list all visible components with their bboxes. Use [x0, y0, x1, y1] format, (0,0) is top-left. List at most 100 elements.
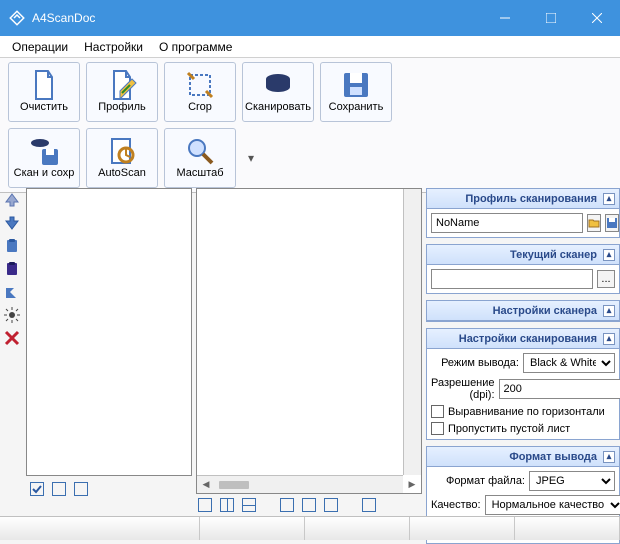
scan-and-save-button[interactable]: Скан и сохр: [8, 128, 80, 188]
status-cell-1: [0, 517, 200, 540]
panel-output-format-title: Формат вывода: [509, 451, 597, 463]
view-two-v[interactable]: [242, 498, 256, 512]
scrollbar-horizontal[interactable]: ◀: [197, 475, 403, 493]
maximize-icon: [546, 13, 556, 23]
crop-icon: [184, 71, 216, 99]
status-cell-2: [200, 517, 305, 540]
clear-label: Очистить: [20, 101, 68, 113]
resolution-input[interactable]: [499, 379, 620, 399]
fit-width[interactable]: [280, 498, 294, 512]
output-mode-select[interactable]: Black & White: [523, 353, 615, 373]
magnifier-icon: [184, 137, 216, 165]
app-title: A4ScanDoc: [32, 11, 95, 25]
fit-page[interactable]: [324, 498, 338, 512]
minimize-icon: [500, 13, 510, 23]
zoom-label: Масштаб: [176, 167, 223, 179]
delete-icon[interactable]: [4, 330, 20, 346]
scroll-left-icon[interactable]: ◀: [197, 476, 215, 494]
scan-save-label: Скан и сохр: [14, 167, 75, 179]
status-cell-5: [515, 517, 620, 540]
zoom-button[interactable]: Масштаб: [164, 128, 236, 188]
scroll-thumb[interactable]: [219, 481, 249, 489]
scan-button[interactable]: Сканировать: [242, 62, 314, 122]
autoscan-label: AutoScan: [98, 167, 146, 179]
panel-scan-settings: Настройки сканирования ▴ Режим вывода: B…: [426, 328, 620, 440]
collapse-icon[interactable]: ▴: [603, 193, 615, 205]
clear-button[interactable]: Очистить: [8, 62, 80, 122]
crop-button[interactable]: Crop: [164, 62, 236, 122]
resolution-label: Разрешение (dpi):: [431, 377, 495, 401]
clipboard-icon-2[interactable]: [4, 261, 20, 277]
scanner-browse-button[interactable]: ...: [597, 270, 615, 288]
arrow-down-icon[interactable]: [4, 215, 20, 231]
collapse-icon[interactable]: ▴: [603, 305, 615, 317]
scan-save-icon: [28, 137, 60, 165]
profile-button[interactable]: Профиль: [86, 62, 158, 122]
quality-select[interactable]: Нормальное качество: [485, 495, 620, 515]
left-icon-strip: [0, 188, 24, 516]
scanner-name-input[interactable]: [431, 269, 593, 289]
page-icon: [28, 71, 60, 99]
brightness-icon[interactable]: [4, 307, 20, 323]
save-icon: [340, 71, 372, 99]
minimize-button[interactable]: [482, 0, 528, 36]
collapse-icon[interactable]: ▴: [603, 249, 615, 261]
panel-current-scanner-title: Текущий сканер: [510, 249, 597, 261]
scanner-icon: [262, 71, 294, 99]
right-properties: Профиль сканирования ▴ ... Текущий с: [426, 188, 620, 516]
crop-label: Crop: [188, 101, 212, 113]
status-cell-3: [305, 517, 410, 540]
close-button[interactable]: [574, 0, 620, 36]
menu-settings[interactable]: Настройки: [78, 38, 149, 56]
save-label: Сохранить: [329, 101, 384, 113]
align-h-label: Выравнивание по горизонтали: [448, 406, 605, 418]
scroll-right-icon[interactable]: ▶: [403, 475, 421, 493]
preview-tools: [196, 494, 422, 516]
thumb-view-grid[interactable]: [74, 482, 88, 496]
file-format-select[interactable]: JPEG: [529, 471, 615, 491]
profile-name-input[interactable]: [431, 213, 583, 233]
zoom-dropdown[interactable]: ▾: [248, 128, 254, 188]
file-format-label: Формат файла:: [431, 475, 525, 487]
menu-about[interactable]: О программе: [153, 38, 238, 56]
thumb-view-1[interactable]: [52, 482, 66, 496]
fit-height[interactable]: [302, 498, 316, 512]
panel-scanner-settings-title: Настройки сканера: [493, 305, 597, 317]
save-button[interactable]: Сохранить: [320, 62, 392, 122]
thumbnails-panel: [26, 188, 192, 476]
collapse-icon[interactable]: ▴: [603, 333, 615, 345]
clipboard-icon-1[interactable]: [4, 238, 20, 254]
status-cell-4: [410, 517, 515, 540]
align-h-checkbox[interactable]: [431, 405, 444, 418]
panel-scan-profile: Профиль сканирования ▴ ...: [426, 188, 620, 238]
scan-label: Сканировать: [245, 101, 311, 113]
panel-scan-profile-title: Профиль сканирования: [465, 193, 597, 205]
arrow-up-icon[interactable]: [4, 192, 20, 208]
toolbar: Очистить Профиль Crop Сканировать Сохран…: [0, 58, 620, 193]
profile-open-button[interactable]: [587, 214, 601, 232]
profile-label: Профиль: [98, 101, 146, 113]
thumb-check-all[interactable]: [30, 482, 44, 496]
app-icon: [8, 9, 26, 27]
preview-panel: ◀ ▶: [196, 188, 422, 494]
profile-icon: [106, 71, 138, 99]
menu-operations[interactable]: Операции: [6, 38, 74, 56]
quality-label: Качество:: [431, 499, 481, 511]
menubar: Операции Настройки О программе: [0, 36, 620, 58]
view-single[interactable]: [198, 498, 212, 512]
titlebar: A4ScanDoc: [0, 0, 620, 36]
maximize-button[interactable]: [528, 0, 574, 36]
scrollbar-vertical[interactable]: [403, 189, 421, 475]
thumbnails-tools: [24, 478, 192, 500]
output-mode-label: Режим вывода:: [431, 357, 519, 369]
actual-size[interactable]: [362, 498, 376, 512]
rotate-icon[interactable]: [4, 284, 20, 300]
collapse-icon[interactable]: ▴: [603, 451, 615, 463]
autoscan-icon: [106, 137, 138, 165]
autoscan-button[interactable]: AutoScan: [86, 128, 158, 188]
view-two-h[interactable]: [220, 498, 234, 512]
skip-blank-checkbox[interactable]: [431, 422, 444, 435]
floppy-icon: [606, 217, 618, 229]
profile-save-button[interactable]: [605, 214, 619, 232]
close-icon: [592, 13, 602, 23]
